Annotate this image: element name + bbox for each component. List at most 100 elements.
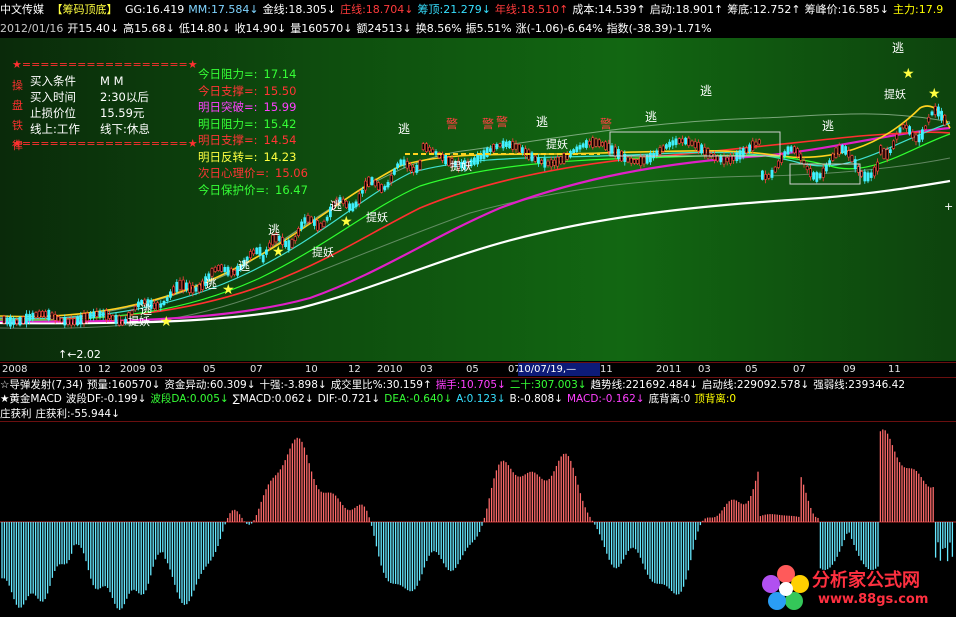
profit-histogram[interactable]: 分析家公式网 www.88gs.com [0,422,956,617]
rules-rows: 买入条件 M M 买入时间 2:30以后 止损价位 15.59元 线上:工作 线下:休息 [30,73,190,137]
candle-body [600,142,604,147]
candle-body [677,138,681,144]
signal-glyph: 逃 [892,41,904,55]
header-value: 启动:18.901↑ [649,3,724,16]
indicator-value: 揣手:10.705↓ [435,379,506,391]
header-bar: 中文传媒 【筹码顶底】 GG:16.419 MM:17.584↓ 金线:18.305… [0,2,947,18]
candle-body [856,166,860,173]
candle-body [31,312,35,320]
candle-body [34,312,38,318]
candle-body [268,242,272,248]
candle-body [508,141,512,149]
rules-key: 买入条件 [30,74,76,88]
candle-body [488,148,492,152]
signal-label: 提妖 [128,314,150,328]
indicator-value: ☆导弹发射(7,34) [0,379,83,391]
candle-body [434,151,438,155]
candle-body [818,173,822,179]
star-icon: ★ [340,214,353,230]
candle-body [95,311,99,317]
price-level-label: 今日支撑=: [198,83,258,98]
quote-value: 振5.51% [465,22,512,35]
rules-row: 止损价位 15.59元 [30,105,190,121]
candle-body [169,291,172,298]
candle-body [498,143,502,148]
date-tick: 03 [150,364,163,375]
candle-body [354,201,358,208]
candle-body [722,155,726,165]
candle-body [847,150,851,158]
candle-body [584,140,588,148]
candle-body [588,140,592,146]
candle-body [255,247,259,255]
watermark-brand: 分析家公式网 [812,570,920,591]
candle-body [504,141,508,147]
candle-body [767,174,771,179]
rules-row: 买入条件 M M [30,73,190,89]
price-level-row: 明日突破=: 15.99 [198,99,338,116]
date-tick: 2011 [656,364,682,375]
rules-value: 线下:休息 [100,122,150,136]
candle-body [309,216,313,223]
candle-body [559,156,563,165]
candle-body [933,106,937,115]
rules-side-char: 铁 [12,119,23,132]
signal-glyph: 逃 [645,110,657,124]
candle-body [911,131,915,139]
candle-body [181,279,185,291]
candle-body [121,320,124,326]
header-value: 庄线:18.704↓ [340,3,414,16]
indicator-value: B:-0.808↓ [509,393,563,405]
candle-body [82,313,86,324]
price-level-value: 16.47 [275,182,308,197]
price-level-value: 15.42 [263,116,297,131]
quote-value: 涨(-1.06)-6.64% [515,22,603,35]
candle-body [687,137,691,146]
candle-body [696,142,700,152]
price-level-row: 明日支撑=: 14.54 [198,132,338,149]
candle-body [130,310,134,315]
candle-body [287,240,291,251]
candle-body [284,240,288,248]
candle-body [296,228,300,236]
candle-body [732,155,736,161]
candle-body [408,164,412,171]
header-value: 金线:18.305↓ [262,3,337,16]
candle-body [514,143,518,150]
candle-body [351,203,355,212]
signal-label: 提妖 [366,210,388,224]
quote-value: 量160570↓ [290,22,353,35]
date-tick: 05 [745,364,758,375]
candle-body [751,140,755,151]
indicator-value: 波段DA:0.005↓ [150,393,229,405]
candle-body [744,147,748,154]
rules-key: 线上:工作 [30,122,80,136]
price-level-value: 14.54 [263,133,297,147]
candle-body [319,222,323,230]
stock-chart-window: { "header": { "app_name": "中文传媒", "formu… [0,0,956,617]
candle-body [908,126,912,135]
star-icon: ★ [902,66,915,82]
date-tick: 12 [98,364,111,375]
candle-body [5,317,9,325]
candle-body [693,141,697,149]
candle-body [210,268,214,277]
candle-body [783,151,787,157]
date-tick: 2010 [377,364,403,375]
candle-body [936,106,940,117]
header-values: GG:16.419 MM:17.584↓ 金线:18.305↓ 庄线:18.704↓ 筹… [125,3,947,16]
candle-body [674,138,678,145]
indicator-value: 资金异动:60.309↓ [164,379,256,391]
candle-body [844,146,848,155]
candle-body [700,144,704,154]
date-axis: 2008 10 12 2009 03 05 07 10 12 2010 03 05 07 11 2011 03… [0,362,956,377]
candle-body [671,140,675,146]
formula-tab[interactable]: 【筹码顶底】 [52,3,118,16]
price-chart[interactable]: 逃逃逃逃逃逃警警警警逃逃逃逃逃提妖 提妖 提妖 提妖 提妖 提妖 ★ ★ ★ ★ ★ ★ ↑←2.0… [0,38,956,361]
candle-body [485,147,489,157]
rules-value: 2:30以后 [100,90,149,104]
candle-body [165,297,169,302]
candle-body [383,185,387,191]
candle-body [373,179,377,187]
candle-body [50,312,54,320]
